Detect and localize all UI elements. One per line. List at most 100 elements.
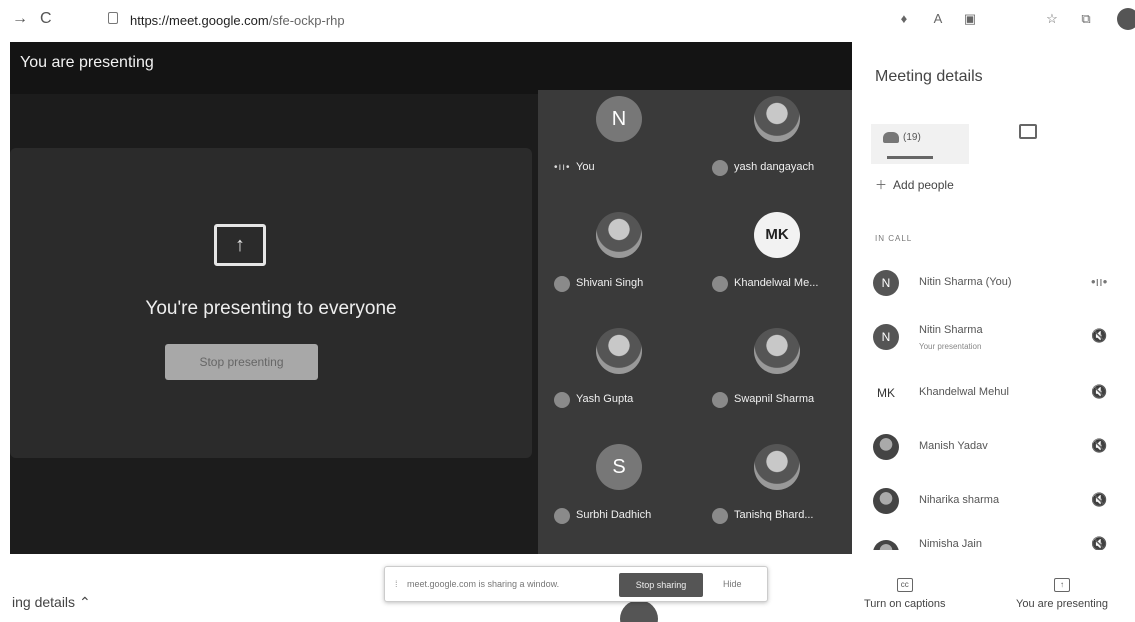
avatar (596, 212, 642, 258)
speaking-indicator-icon: •ıı• (554, 162, 571, 173)
favorites-icon[interactable]: ☆ (1044, 11, 1060, 27)
panel-title: Meeting details (875, 68, 983, 85)
mic-off-icon (712, 392, 728, 408)
forward-icon[interactable]: → (12, 10, 28, 28)
participant-name: Surbhi Dadhich (576, 509, 652, 521)
participant-name: yash dangayach (734, 161, 815, 173)
participant-name: Nitin Sharma (919, 324, 983, 336)
lock-icon[interactable] (108, 12, 118, 24)
meeting-details-panel: Meeting details (19) ＋ Add people IN CALL… (853, 42, 1135, 622)
collections-icon[interactable]: ⧉ (1078, 11, 1094, 27)
participant-name: You (576, 161, 595, 173)
present-screen-icon: ↑ (214, 224, 266, 266)
participant-name: Shivani Singh (576, 277, 644, 289)
cast-icon[interactable]: ▣ (962, 11, 978, 27)
participant-tile[interactable]: Yash Gupta (544, 322, 694, 432)
participant-tile[interactable]: Swapnil Sharma (702, 322, 852, 432)
avatar: MK (754, 212, 800, 258)
mic-off-icon[interactable]: 🔇 (1091, 536, 1107, 550)
participant-row[interactable]: Niharika sharma 🔇 (873, 484, 1123, 524)
url-path: /sfe-ockp-rhp (268, 13, 345, 28)
participant-tile[interactable]: Shivani Singh (544, 206, 694, 316)
avatar (596, 328, 642, 374)
presenting-banner: You are presenting (10, 42, 852, 94)
leave-call-button[interactable] (620, 600, 658, 622)
participant-row[interactable]: N Nitin Sharma (You) •ıı• (873, 266, 1123, 306)
captions-icon: cc (896, 578, 913, 592)
chat-icon[interactable] (1019, 124, 1037, 139)
participant-name: Khandelwal Mehul (919, 386, 1009, 398)
speaking-indicator-icon: •ıı• (1091, 274, 1108, 289)
present-message: You're presenting to everyone (145, 298, 397, 319)
presenting-button[interactable]: ↑ You are presenting (1016, 578, 1108, 610)
participant-name: Tanishq Bhard... (734, 509, 814, 521)
reload-icon[interactable]: C (40, 10, 52, 28)
chevron-up-icon: ⌃ (78, 594, 91, 610)
participant-tile[interactable]: Tanishq Bhard... (702, 438, 852, 548)
participant-name: Khandelwal Me... (734, 277, 819, 289)
participant-tile[interactable]: N •ıı• You (544, 90, 694, 200)
participant-tile[interactable]: S Surbhi Dadhich (544, 438, 694, 548)
meeting-stage: You are presenting ↑ You're presenting t… (10, 42, 852, 554)
url-domain: https://meet.google.com (130, 13, 269, 28)
microphone-icon[interactable]: ♦ (896, 11, 912, 27)
participant-tile[interactable]: MK Khandelwal Me... (702, 206, 852, 316)
sharing-message: meet.google.com is sharing a window. (407, 579, 560, 589)
mic-off-icon (554, 392, 570, 408)
stop-sharing-button[interactable]: Stop sharing (619, 573, 703, 597)
mic-off-icon (554, 276, 570, 292)
participant-name: Niharika sharma (919, 494, 1000, 506)
meeting-details-toggle[interactable]: ing details ⌃ (12, 594, 91, 611)
avatar (873, 540, 899, 550)
profile-avatar[interactable] (1117, 8, 1135, 30)
avatar (873, 434, 899, 460)
avatar (754, 328, 800, 374)
active-tab-indicator (887, 156, 933, 159)
drag-handle-icon[interactable]: ⁞ (395, 579, 398, 589)
captions-button[interactable]: cc Turn on captions (864, 578, 946, 610)
presenting-label: You are presenting (1016, 598, 1108, 610)
mic-off-icon[interactable]: 🔇 (1091, 328, 1107, 344)
stop-presenting-button[interactable]: Stop presenting (165, 344, 318, 380)
participant-subtitle: Your presentation (919, 342, 982, 351)
mic-off-icon (554, 508, 570, 524)
participant-row[interactable]: N Nitin Sharma Your presentation 🔇 (873, 320, 1123, 360)
hide-button[interactable]: Hide (723, 579, 742, 589)
add-people-button[interactable]: ＋ Add people (875, 176, 954, 193)
banner-text: You are presenting (20, 54, 154, 71)
avatar: N (873, 324, 899, 350)
avatar: N (596, 96, 642, 142)
present-icon: ↑ (1053, 578, 1070, 592)
browser-toolbar: → C https://meet.google.com/sfe-ockp-rhp… (0, 0, 1135, 40)
mic-off-icon (712, 508, 728, 524)
participant-row[interactable]: MK Khandelwal Mehul 🔇 (873, 376, 1123, 416)
in-call-heading: IN CALL (875, 234, 913, 243)
avatar: S (596, 444, 642, 490)
participant-tile[interactable]: yash dangayach (702, 90, 852, 200)
sharing-notification: ⁞ meet.google.com is sharing a window. S… (384, 566, 768, 602)
participant-name: Nitin Sharma (You) (919, 276, 1012, 288)
mic-off-icon[interactable]: 🔇 (1091, 384, 1107, 400)
meeting-details-label: ing details (12, 594, 76, 610)
captions-label: Turn on captions (864, 598, 946, 610)
add-person-icon: ＋ (875, 178, 888, 192)
mic-off-icon (712, 276, 728, 292)
mic-off-icon[interactable]: 🔇 (1091, 492, 1107, 508)
mic-off-icon[interactable]: 🔇 (1091, 438, 1107, 454)
avatar (754, 444, 800, 490)
bottom-bar: ing details ⌃ ⁞ meet.google.com is shari… (0, 556, 1135, 622)
mic-off-icon (712, 160, 728, 176)
participant-name: Nimisha Jain (919, 538, 982, 550)
people-count: (19) (903, 132, 921, 144)
add-people-label: Add people (893, 178, 954, 192)
avatar: N (873, 270, 899, 296)
participant-row[interactable]: Nimisha Jain 🔇 (873, 536, 1123, 550)
presentation-panel: ↑ You're presenting to everyone Stop pre… (10, 148, 532, 458)
address-bar[interactable]: https://meet.google.com/sfe-ockp-rhp (130, 13, 345, 28)
avatar: MK (873, 380, 899, 406)
avatar (873, 488, 899, 514)
read-aloud-icon[interactable]: A (930, 11, 946, 27)
participant-name: Manish Yadav (919, 440, 988, 452)
participant-tiles: N •ıı• You yash dangayach Shivani Singh … (538, 90, 852, 554)
participant-row[interactable]: Manish Yadav 🔇 (873, 430, 1123, 470)
